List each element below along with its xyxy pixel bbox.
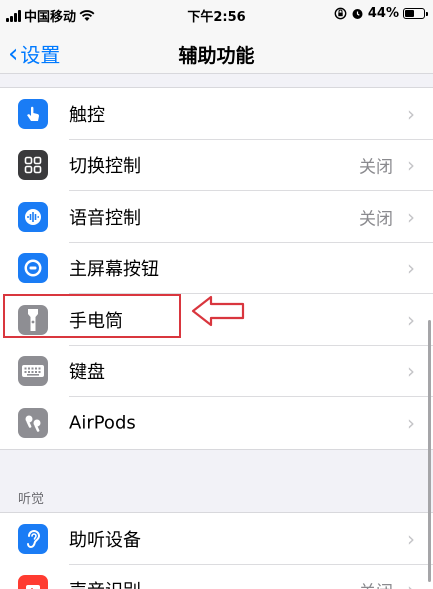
row-label: 键盘 (69, 362, 105, 384)
chevron-right-icon: › (407, 204, 415, 229)
settings-row-sound-recognition[interactable]: 声音识别 关闭 › (0, 565, 433, 589)
home-button-icon (18, 253, 48, 284)
scrollbar[interactable] (428, 320, 431, 582)
highlight-box (3, 294, 181, 338)
chevron-right-icon: › (407, 307, 415, 332)
settings-row-voice-control[interactable]: 语音控制 关闭 › (0, 191, 433, 243)
row-label: 声音识别 (69, 577, 141, 589)
switch-control-icon (18, 150, 48, 181)
battery-percent: 44% (367, 6, 399, 21)
chevron-right-icon: › (407, 410, 415, 435)
chevron-right-icon: › (407, 256, 415, 281)
settings-row-airpods[interactable]: AirPods › (0, 397, 433, 449)
chevron-right-icon: › (407, 101, 415, 126)
row-value: 关闭 (359, 157, 393, 178)
row-label: 语音控制 (69, 207, 141, 229)
settings-row-keyboard[interactable]: 键盘 › (0, 346, 433, 397)
row-label: AirPods (69, 412, 136, 434)
keyboard-icon (18, 356, 48, 387)
row-value: 关闭 (359, 578, 393, 589)
settings-row-touch[interactable]: 触控 › (0, 88, 433, 140)
hearing-aid-icon (18, 523, 48, 554)
section-header-hearing: 听觉 (18, 492, 45, 507)
chevron-right-icon: › (407, 359, 415, 384)
airpods-icon (18, 407, 48, 438)
settings-row-home-button[interactable]: 主屏幕按钮 › (0, 243, 433, 294)
voice-control-icon (18, 201, 48, 232)
status-right: 44% (334, 6, 428, 21)
accessibility-group-physical: 触控 › 切换控制 关闭 › 语音控制 关闭 › 主屏幕按钮 › 手电筒 › 键… (0, 87, 433, 450)
page-title: 辅助功能 (178, 45, 255, 67)
accessibility-group-hearing: 助听设备 › 声音识别 关闭 › (0, 512, 433, 589)
chevron-right-icon: › (407, 526, 415, 551)
alarm-icon (352, 9, 363, 19)
settings-row-switch-control[interactable]: 切换控制 关闭 › (0, 140, 433, 191)
row-label: 主屏幕按钮 (69, 259, 159, 281)
battery-icon (403, 8, 428, 19)
row-label: 助听设备 (69, 529, 141, 551)
pointer-arrow-icon (191, 295, 245, 327)
navigation-bar: ‹ 设置 辅助功能 (0, 30, 433, 74)
row-label: 触控 (69, 104, 105, 126)
sound-recognition-icon (18, 575, 48, 589)
chevron-right-icon: › (407, 578, 415, 589)
orientation-lock-icon (334, 7, 347, 20)
row-label: 切换控制 (69, 156, 141, 178)
touch-hand-icon (18, 98, 48, 129)
chevron-right-icon: › (407, 153, 415, 178)
row-value: 关闭 (359, 209, 393, 230)
status-bar: 中国移动 下午2:56 44% (0, 0, 433, 30)
settings-row-hearing-devices[interactable]: 助听设备 › (0, 513, 433, 565)
